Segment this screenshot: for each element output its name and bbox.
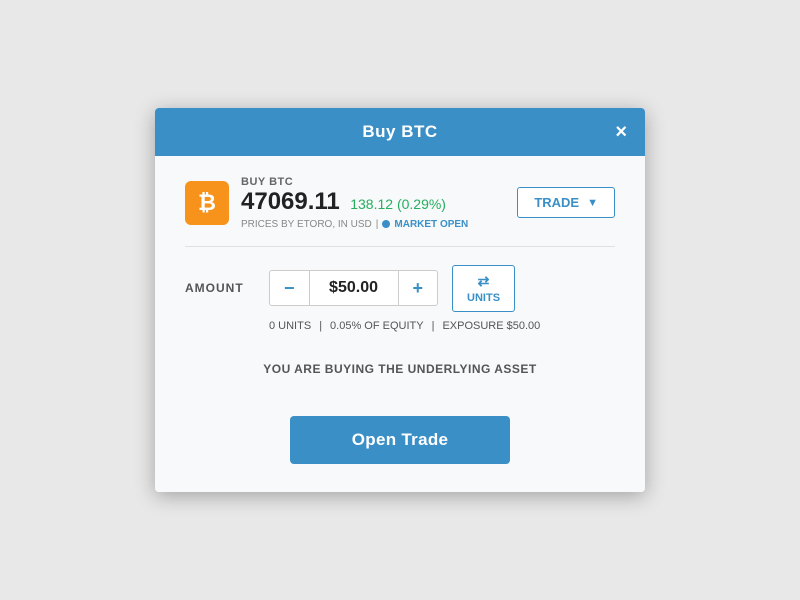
exposure: EXPOSURE $50.00 bbox=[442, 320, 540, 332]
decrement-button[interactable]: − bbox=[270, 271, 309, 305]
buy-btc-modal: Buy BTC × ₿ BUY BTC 47069.11 138.12 (0.2… bbox=[155, 108, 645, 492]
close-button[interactable]: × bbox=[615, 122, 627, 142]
chevron-down-icon: ▼ bbox=[587, 197, 598, 209]
units-toggle-button[interactable]: ⇄ UNITS bbox=[452, 265, 515, 312]
asset-label: BUY BTC bbox=[241, 176, 468, 188]
separator-2: | bbox=[432, 320, 435, 332]
modal-body: ₿ BUY BTC 47069.11 138.12 (0.29%) PRICES… bbox=[155, 156, 645, 492]
amount-label: AMOUNT bbox=[185, 281, 255, 295]
increment-button[interactable]: + bbox=[399, 271, 438, 305]
amount-details: 0 UNITS | 0.05% OF EQUITY | EXPOSURE $50… bbox=[269, 320, 615, 332]
asset-price-row: 47069.11 138.12 (0.29%) bbox=[241, 188, 468, 217]
asset-price: 47069.11 bbox=[241, 188, 340, 215]
amount-value: $50.00 bbox=[309, 271, 399, 305]
units-count: 0 UNITS bbox=[269, 320, 311, 332]
asset-change: 138.12 (0.29%) bbox=[350, 196, 446, 212]
asset-meta: PRICES BY ETORO, IN USD | MARKET OPEN bbox=[241, 219, 468, 230]
separator-1: | bbox=[319, 320, 322, 332]
market-open-text: MARKET OPEN bbox=[394, 219, 468, 230]
equity-pct: 0.05% OF EQUITY bbox=[330, 320, 424, 332]
swap-icon: ⇄ bbox=[478, 273, 490, 290]
modal-header: Buy BTC × bbox=[155, 108, 645, 156]
btc-icon: ₿ bbox=[185, 181, 229, 225]
open-trade-button[interactable]: Open Trade bbox=[290, 416, 510, 464]
trade-dropdown[interactable]: TRADE ▼ bbox=[517, 187, 615, 218]
amount-controls: − $50.00 + bbox=[269, 270, 438, 306]
market-open-dot bbox=[382, 220, 390, 228]
btc-symbol: ₿ bbox=[198, 190, 216, 216]
modal-title: Buy BTC bbox=[362, 122, 437, 142]
asset-meta-text: PRICES BY ETORO, IN USD bbox=[241, 219, 372, 230]
units-label: UNITS bbox=[467, 292, 500, 304]
asset-info: BUY BTC 47069.11 138.12 (0.29%) PRICES B… bbox=[241, 176, 468, 230]
amount-row: AMOUNT − $50.00 + ⇄ UNITS bbox=[185, 265, 615, 312]
market-open-separator: | bbox=[376, 219, 379, 230]
trade-dropdown-label: TRADE bbox=[534, 195, 579, 210]
asset-left: ₿ BUY BTC 47069.11 138.12 (0.29%) PRICES… bbox=[185, 176, 468, 230]
underlying-asset-message: YOU ARE BUYING THE UNDERLYING ASSET bbox=[185, 352, 615, 386]
asset-row: ₿ BUY BTC 47069.11 138.12 (0.29%) PRICES… bbox=[185, 176, 615, 247]
